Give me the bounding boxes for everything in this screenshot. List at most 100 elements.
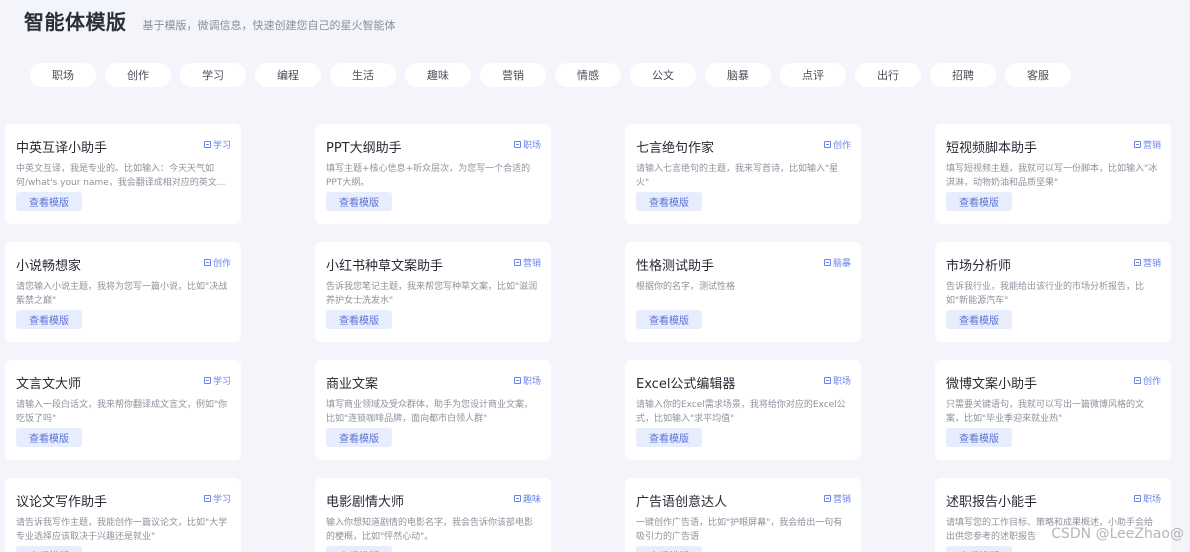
category-tab[interactable]: 学习 bbox=[180, 63, 246, 87]
view-template-button[interactable]: 查看模版 bbox=[16, 310, 82, 329]
tag-icon bbox=[823, 259, 831, 266]
template-card[interactable]: 创作 小说畅想家 请您输入小说主题，我将为您写一篇小说，比如"决战紫禁之巅" 查看模版 bbox=[5, 242, 241, 342]
view-template-button[interactable]: 查看模版 bbox=[636, 546, 702, 552]
card-description: 只需要关键语句，我就可以写出一篇微博风格的文案，比如"毕业季迎来就业热" bbox=[946, 400, 1145, 424]
template-page: 智能体模版 基于模版，微调信息，快速创建您自己的星火智能体 职场 创作 学习 编程 生活… bbox=[0, 0, 1190, 552]
template-card[interactable]: 脑暴 性格测试助手根据你的名字，测试性格查看模版 bbox=[625, 242, 861, 342]
category-tab[interactable]: 营销 bbox=[480, 63, 546, 87]
card-description: 告诉我行业，我能给出该行业的市场分析报告，比如"新能源汽车" bbox=[946, 282, 1145, 306]
tag-icon bbox=[513, 377, 521, 384]
category-tab[interactable]: 脑暴 bbox=[705, 63, 771, 87]
tag-icon bbox=[203, 259, 211, 266]
card-description: 告诉我您笔记主题，我来帮您写种草文案，比如"滋润养护女士洗发水" bbox=[326, 282, 538, 306]
tag-label: 职场 bbox=[832, 377, 851, 387]
template-card[interactable]: 学习 议论文写作助手请告诉我写作主题，我能创作一篇议论文，比如"大学专业选择应该取… bbox=[5, 478, 241, 552]
template-card-grid: 学习 中英互译小助手中英文互译，我是专业的。比如输入：今天天气如何/what's … bbox=[5, 124, 1171, 552]
view-template-button[interactable]: 查看模版 bbox=[636, 310, 702, 329]
card-description: 请输入七言绝句的主题，我来写首诗，比如输入"星火" bbox=[636, 164, 839, 188]
template-card[interactable]: 学习 中英互译小助手中英文互译，我是专业的。比如输入：今天天气如何/what's … bbox=[5, 124, 241, 224]
view-template-button[interactable]: 查看模版 bbox=[16, 428, 82, 447]
tag-icon bbox=[1133, 377, 1141, 384]
view-template-button[interactable]: 查看模版 bbox=[946, 428, 1012, 447]
tag-icon bbox=[203, 495, 211, 502]
category-tab[interactable]: 趣味 bbox=[405, 63, 471, 87]
view-template-button[interactable]: 查看模版 bbox=[326, 310, 392, 329]
tag-label: 职场 bbox=[522, 141, 541, 151]
category-tab[interactable]: 情感 bbox=[555, 63, 621, 87]
card-description: 根据你的名字，测试性格 bbox=[636, 282, 736, 292]
tag-icon bbox=[203, 141, 211, 148]
view-template-button[interactable]: 查看模版 bbox=[636, 192, 702, 211]
template-card[interactable]: 创作 微博文案小助手 只需要关键语句，我就可以写出一篇微博风格的文案，比如"毕业季迎… bbox=[935, 360, 1171, 460]
tag-label: 职场 bbox=[1142, 495, 1161, 505]
category-tab[interactable]: 生活 bbox=[330, 63, 396, 87]
card-title: 性格测试助手 bbox=[636, 259, 715, 274]
view-template-button[interactable]: 查看模版 bbox=[326, 192, 392, 211]
page-header: 智能体模版 基于模版，微调信息，快速创建您自己的星火智能体 bbox=[24, 6, 396, 34]
category-tab[interactable]: 职场 bbox=[30, 63, 96, 87]
category-tag: 职场 bbox=[823, 374, 851, 387]
category-tag: 营销 bbox=[1133, 256, 1161, 269]
card-title: 电影剧情大师 bbox=[326, 495, 405, 510]
card-title: PPT大纲助手 bbox=[326, 141, 402, 156]
card-description: 一键创作广告语，比如"护眼屏幕"，我会给出一句有吸引力的广告语 bbox=[636, 518, 843, 542]
category-tab[interactable]: 客服 bbox=[1005, 63, 1071, 87]
template-card[interactable]: 营销 短视频脚本助手 填写短视频主题，我就可以写一份脚本，比如输入"冰淇淋，动物奶油… bbox=[935, 124, 1171, 224]
watermark: CSDN @LeeZhao@ bbox=[1051, 526, 1184, 542]
card-description: 中英文互译，我是专业的。比如输入：今天天气如何/what's your name… bbox=[16, 164, 226, 188]
card-title: Excel公式编辑器 bbox=[636, 377, 736, 392]
category-tag: 学习 bbox=[203, 138, 231, 151]
view-template-button[interactable]: 查看模版 bbox=[326, 428, 392, 447]
template-card[interactable]: 营销 广告语创意达人 一键创作广告语，比如"护眼屏幕"，我会给出一句有吸引力的广告语… bbox=[625, 478, 861, 552]
view-template-button[interactable]: 查看模版 bbox=[946, 310, 1012, 329]
category-tag: 学习 bbox=[203, 492, 231, 505]
card-description: 填写商业领域及受众群体，助手为您设计商业文案，比如"连锁咖啡品牌，面向都市白领人… bbox=[326, 400, 534, 424]
view-template-button[interactable]: 查看模版 bbox=[636, 428, 702, 447]
page-title: 智能体模版 bbox=[24, 10, 127, 34]
view-template-button[interactable]: 查看模版 bbox=[16, 192, 82, 211]
category-tab[interactable]: 公文 bbox=[630, 63, 696, 87]
tag-label: 学习 bbox=[212, 495, 231, 505]
tag-icon bbox=[823, 495, 831, 502]
template-card[interactable]: 趣味 电影剧情大师 输入你想知道剧情的电影名字，我会告诉你该部电影的梗概，比如"怦然… bbox=[315, 478, 551, 552]
tag-icon bbox=[203, 377, 211, 384]
category-tab[interactable]: 招聘 bbox=[930, 63, 996, 87]
template-card[interactable]: 学习 文言文大师 请输入一段白话文，我来帮你翻译成文言文，例如"你吃饭了吗" 查看模版 bbox=[5, 360, 241, 460]
tag-icon bbox=[1133, 259, 1141, 266]
card-description: 请告诉我写作主题，我能创作一篇议论文，比如"大学专业选择应该取决于兴趣还是就业" bbox=[16, 518, 228, 542]
card-title: 议论文写作助手 bbox=[16, 495, 108, 510]
template-card[interactable]: 营销 市场分析师 告诉我行业，我能给出该行业的市场分析报告，比如"新能源汽车" 查看模… bbox=[935, 242, 1171, 342]
template-card[interactable]: 营销 小红书种草文案助手 告诉我您笔记主题，我来帮您写种草文案，比如"滋润养护女士洗… bbox=[315, 242, 551, 342]
tag-icon bbox=[1133, 495, 1141, 502]
card-title: 中英互译小助手 bbox=[16, 141, 108, 156]
card-title: 微博文案小助手 bbox=[946, 377, 1038, 392]
view-template-button[interactable]: 查看模版 bbox=[946, 546, 1012, 552]
template-card[interactable]: 职场 商业文案 填写商业领域及受众群体，助手为您设计商业文案，比如"连锁咖啡品牌，面… bbox=[315, 360, 551, 460]
template-card[interactable]: 创作 七言绝句作家 请输入七言绝句的主题，我来写首诗，比如输入"星火" 查看模版 bbox=[625, 124, 861, 224]
tag-icon bbox=[513, 259, 521, 266]
card-title: 小红书种草文案助手 bbox=[326, 259, 444, 274]
tag-icon bbox=[513, 141, 521, 148]
category-tag: 趣味 bbox=[513, 492, 541, 505]
tag-icon bbox=[823, 377, 831, 384]
category-tabs: 职场 创作 学习 编程 生活 趣味 营销 情感 公文 脑暴 点评 出行 招聘 客服 bbox=[30, 63, 1071, 87]
template-card[interactable]: 职场 Excel公式编辑器 请输入你的Excel需求场景，我将给你对应的Excel公… bbox=[625, 360, 861, 460]
tag-label: 营销 bbox=[1142, 141, 1161, 151]
tag-label: 创作 bbox=[832, 141, 851, 151]
category-tag: 创作 bbox=[823, 138, 851, 151]
card-title: 广告语创意达人 bbox=[636, 495, 728, 510]
card-title: 短视频脚本助手 bbox=[946, 141, 1038, 156]
category-tag: 脑暴 bbox=[823, 256, 851, 269]
page-subtitle: 基于模版，微调信息，快速创建您自己的星火智能体 bbox=[142, 19, 396, 32]
template-card[interactable]: 职场 PPT大纲助手 填写主题+核心信息+听众层次，为您写一个合适的PPT大纲。 查看… bbox=[315, 124, 551, 224]
category-tab[interactable]: 创作 bbox=[105, 63, 171, 87]
tag-label: 学习 bbox=[212, 377, 231, 387]
category-tag: 学习 bbox=[203, 374, 231, 387]
category-tab[interactable]: 点评 bbox=[780, 63, 846, 87]
view-template-button[interactable]: 查看模版 bbox=[16, 546, 82, 552]
view-template-button[interactable]: 查看模版 bbox=[326, 546, 392, 552]
view-template-button[interactable]: 查看模版 bbox=[946, 192, 1012, 211]
category-tab[interactable]: 编程 bbox=[255, 63, 321, 87]
category-tab[interactable]: 出行 bbox=[855, 63, 921, 87]
category-tag: 职场 bbox=[513, 374, 541, 387]
